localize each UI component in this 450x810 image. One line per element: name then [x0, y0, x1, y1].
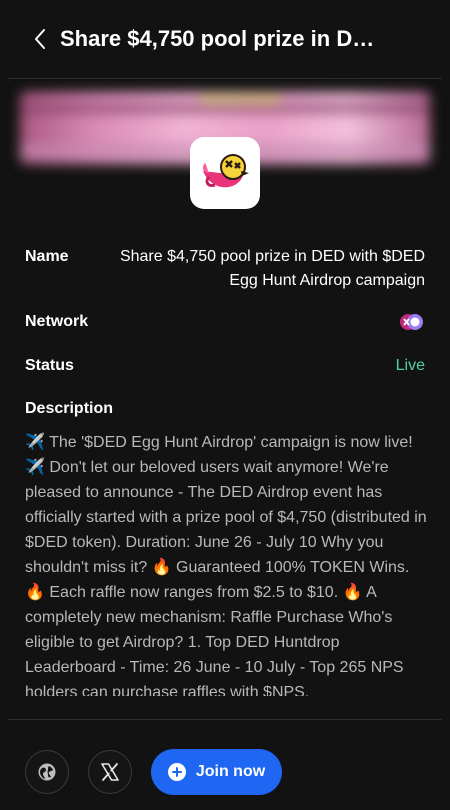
description-label: Description [25, 400, 114, 417]
page-title: Share $4,750 pool prize in D… [60, 26, 375, 51]
divider [8, 719, 442, 720]
join-now-button[interactable]: Join now [151, 749, 282, 795]
header: Share $4,750 pool prize in D… [0, 0, 450, 78]
divider [8, 78, 442, 79]
description-text: ✈️ The '$DED Egg Hunt Airdrop' campaign … [25, 434, 427, 696]
join-now-label: Join now [195, 763, 266, 780]
campaign-logo [190, 137, 260, 209]
chevron-left-icon [35, 29, 45, 49]
network-label: Network [25, 313, 89, 330]
name-label: Name [25, 248, 69, 265]
bird-logo-icon [202, 154, 249, 188]
x-button[interactable] [88, 750, 132, 794]
plus-icon [167, 763, 186, 781]
network-logo-icon [400, 314, 423, 330]
globe-icon [38, 763, 56, 781]
footer-actions: Join now [25, 749, 282, 795]
website-button[interactable] [25, 750, 69, 794]
description-scroll[interactable]: ✈️ The '$DED Egg Hunt Airdrop' campaign … [25, 430, 427, 696]
name-value: Share $4,750 pool prize in DED with $DED… [119, 248, 425, 289]
status-label: Status [25, 357, 74, 374]
network-row: Network [25, 313, 425, 331]
x-icon [101, 763, 119, 781]
name-row: Name Share $4,750 pool prize in DED with… [25, 245, 425, 293]
back-button[interactable] [26, 25, 54, 53]
status-row: Status Live [25, 357, 425, 375]
status-badge: Live [395, 357, 425, 374]
